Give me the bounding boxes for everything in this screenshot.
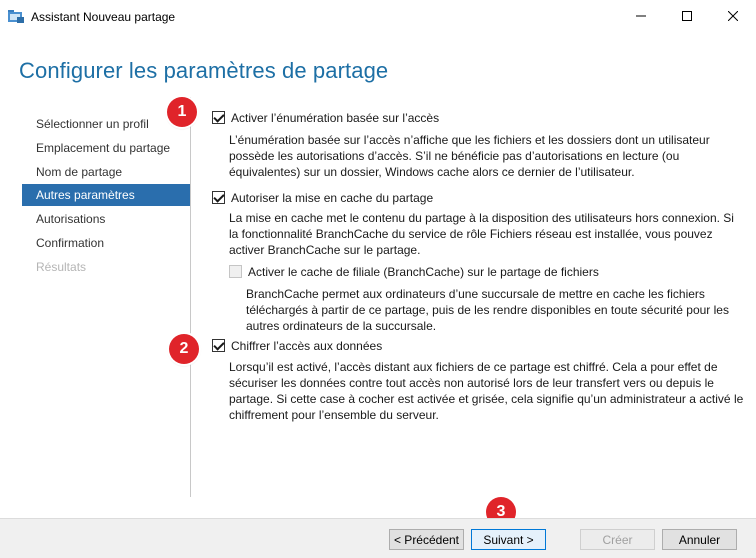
nav-item-label: Emplacement du partage (36, 141, 171, 155)
nav-item-select-profile[interactable]: Sélectionner un profil (22, 113, 190, 135)
branchcache-desc-line: autres ordinateurs de la succursale. (246, 319, 437, 333)
page-title: Configurer les paramètres de partage (19, 58, 389, 83)
abe-label[interactable]: Activer l’énumération basée sur l’accès (231, 111, 439, 125)
cache-checkbox[interactable] (212, 191, 225, 204)
nav-item-label: Résultats (36, 260, 87, 274)
minimize-button[interactable] (618, 0, 664, 32)
cache-label[interactable]: Autoriser la mise en cache du partage (231, 191, 433, 205)
nav-item-label: Nom de partage (36, 165, 123, 179)
cancel-button[interactable]: Annuler (662, 529, 737, 550)
next-button[interactable]: Suivant > (471, 529, 546, 550)
nav-item-label: Autorisations (36, 212, 106, 226)
annotation-badge-2: 2 (169, 334, 199, 364)
cache-desc-line: activer BranchCache sur le partage. (229, 243, 421, 257)
branchcache-checkbox (229, 265, 242, 278)
close-button[interactable] (710, 0, 756, 32)
title-bar: Assistant Nouveau partage (0, 0, 756, 34)
create-button: Créer (580, 529, 655, 550)
encrypt-desc-line: Lorsqu’il est activé, l’accès distant au… (229, 360, 718, 374)
nav-separator (190, 97, 191, 497)
encrypt-checkbox[interactable] (212, 339, 225, 352)
nav-item-label: Confirmation (36, 236, 105, 250)
cache-desc-line: la fonctionnalité BranchCache du service… (229, 227, 713, 241)
nav-item-label: Sélectionner un profil (36, 117, 149, 131)
maximize-button[interactable] (664, 0, 710, 32)
previous-button[interactable]: < Précédent (389, 529, 464, 550)
encrypt-desc-line: sécuriser les données contre tout accès … (229, 376, 714, 390)
encrypt-desc-line: partage. Si cette case à cocher est acti… (229, 392, 744, 406)
nav-item-share-location[interactable]: Emplacement du partage (22, 137, 190, 159)
branchcache-desc-line: téléchargés à partir de ce partage, puis… (246, 303, 729, 317)
minimize-icon (636, 15, 646, 17)
maximize-icon (682, 11, 692, 21)
branchcache-label: Activer le cache de filiale (BranchCache… (248, 265, 599, 279)
nav-item-other-settings[interactable]: Autres paramètres (22, 184, 190, 206)
share-folder-icon (8, 9, 24, 23)
window-title: Assistant Nouveau partage (31, 10, 176, 24)
nav-item-label: Autres paramètres (36, 188, 135, 202)
branchcache-desc-line: BranchCache permet aux ordinateurs d’une… (246, 287, 705, 301)
nav-item-confirmation[interactable]: Confirmation (22, 232, 190, 254)
abe-desc-line: L’énumération basée sur l’accès n’affich… (229, 133, 710, 147)
encrypt-desc-line: chiffrement pour l’ensemble du serveur. (229, 408, 439, 422)
encrypt-label[interactable]: Chiffrer l’accès aux données (231, 339, 382, 353)
annotation-badge-1: 1 (167, 97, 197, 127)
abe-desc-line: possède les autorisations d’accès. S’il … (229, 149, 680, 163)
close-icon (728, 11, 738, 21)
nav-item-permissions[interactable]: Autorisations (22, 208, 190, 230)
abe-desc-line: équivalentes) sur un dossier, Windows ca… (229, 165, 635, 179)
cache-desc-line: La mise en cache met le contenu du parta… (229, 211, 734, 225)
nav-item-results: Résultats (22, 256, 190, 278)
nav-item-share-name[interactable]: Nom de partage (22, 161, 190, 183)
abe-checkbox[interactable] (212, 111, 225, 124)
